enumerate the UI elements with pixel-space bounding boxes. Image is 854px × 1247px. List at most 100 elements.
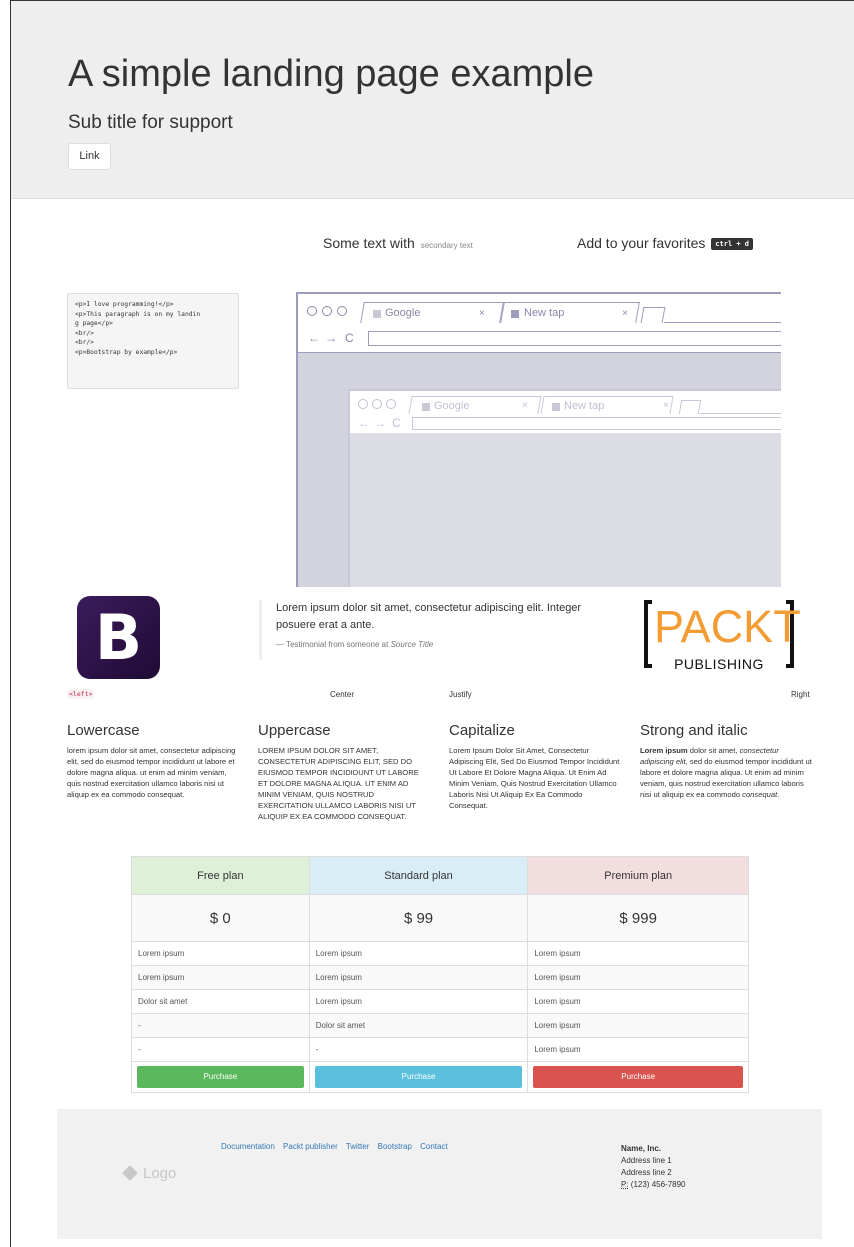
table-cell: - [308, 1037, 529, 1062]
testimonial-source: — Testimonial from someone at Source Tit… [276, 640, 609, 649]
close-icon: × [663, 400, 669, 411]
browser-chrome: Google × New tap × ← → C [298, 294, 781, 352]
table-row: Lorem ipsum Lorem ipsum Lorem ipsum [131, 941, 749, 966]
code-line: <br/> [75, 329, 94, 337]
column-text: Lorem ipsum dolor sit amet, consectetur … [67, 746, 236, 799]
packt-logo: PACKT PUBLISHING [644, 598, 801, 673]
footer-link-twitter[interactable]: Twitter [346, 1142, 370, 1151]
link-button[interactable]: Link [68, 143, 111, 170]
testimonial-source-prefix: — Testimonial from someone at [276, 640, 389, 649]
plain-text: dolor sit amet, [687, 746, 740, 755]
nested-browser-chrome: Google × New tap × ← → C [350, 391, 781, 433]
page-subtitle: Sub title for support [68, 112, 233, 133]
footer-link-bootstrap[interactable]: Bootstrap [378, 1142, 412, 1151]
table-cell: - [131, 1013, 310, 1038]
packt-word: PACKT [654, 601, 801, 652]
table-cell: Dolor sit amet [131, 989, 310, 1014]
footer-address: Name, Inc. Address line 1 Address line 2… [621, 1143, 686, 1191]
window-dot-icon [386, 399, 396, 409]
table-cell: Lorem ipsum [308, 989, 529, 1014]
browser-tab-label: Google [385, 307, 421, 319]
address-bar [368, 331, 781, 346]
window-dot-icon [322, 306, 332, 316]
window-dot-icon [372, 399, 382, 409]
intro-main-text: Some text with [323, 235, 415, 251]
table-row: - Dolor sit amet Lorem ipsum [131, 1013, 749, 1038]
table-cell: Lorem ipsum [527, 965, 749, 990]
purchase-free-button[interactable]: Purchase [137, 1066, 304, 1088]
code-line: <p>Bootstrap by example</p> [75, 348, 178, 356]
code-block: <p>I love programming!</p> <p>This parag… [67, 293, 239, 389]
column-title: Strong and italic [640, 722, 748, 739]
align-justify-text: Justify [449, 690, 472, 699]
bootstrap-logo: B [77, 596, 160, 679]
column-text: Lorem ipsum dolor sit amet, consectetur … [640, 745, 812, 800]
page-favicon-icon [373, 310, 381, 318]
purchase-premium-button[interactable]: Purchase [533, 1066, 743, 1088]
plan-header-standard: Standard plan [308, 856, 529, 895]
window-dot-icon [307, 306, 317, 316]
address-bar [412, 417, 781, 430]
plain-text: . [777, 790, 780, 799]
window-dot-icon [358, 399, 368, 409]
align-center-text: Center [330, 690, 355, 699]
cube-icon [122, 1165, 138, 1181]
bracket-left-shape [644, 600, 652, 668]
footer-logo: Logo [122, 1165, 176, 1182]
purchase-standard-button[interactable]: Purchase [314, 1066, 523, 1088]
keyboard-shortcut: ctrl + d [711, 238, 754, 251]
plan-header-premium: Premium plan [527, 856, 749, 895]
company-name: Name, Inc. [621, 1144, 662, 1153]
phone-label: P: [621, 1180, 629, 1189]
table-cell: Lorem ipsum [308, 965, 529, 990]
code-line: g page</p> [75, 320, 113, 327]
table-cell: Lorem ipsum [308, 941, 529, 966]
browser-tab-label: New tap [564, 400, 605, 412]
address-line-2: Address line 2 [621, 1168, 672, 1177]
code-line: <br/> [75, 339, 94, 346]
column-text: Lorem ipsum dolor sit amet, consectetur … [449, 746, 620, 810]
table-cell: Lorem ipsum [527, 989, 749, 1014]
footer-link-contact[interactable]: Contact [420, 1142, 448, 1151]
table-cell: Lorem ipsum [527, 1013, 749, 1038]
column-capitalize: Capitalize Lorem ipsum dolor sit amet, c… [449, 722, 621, 811]
footer-link-documentation[interactable]: Documentation [221, 1142, 275, 1151]
table-cell: Lorem ipsum [131, 941, 310, 966]
address-line-1: Address line 1 [621, 1156, 672, 1165]
column-uppercase: Uppercase Lorem ipsum dolor sit amet, co… [258, 722, 430, 822]
footer: Logo Documentation Packt publisher Twitt… [57, 1109, 822, 1239]
intro-secondary-text: secondary text [420, 241, 473, 250]
align-right-text: Right [791, 690, 810, 699]
page-favicon-icon [552, 403, 560, 411]
table-row: Dolor sit amet Lorem ipsum Lorem ipsum [131, 989, 749, 1014]
forward-arrow-icon: → [325, 331, 337, 345]
page-favicon-icon [511, 310, 519, 318]
footer-links: Documentation Packt publisher Twitter Bo… [221, 1142, 454, 1151]
price-row: $ 0 $ 99 $ 999 [131, 894, 749, 942]
browser-illustration: Google × New tap × ← → C Google × New ta… [296, 292, 781, 587]
footer-link-packt[interactable]: Packt publisher [283, 1142, 338, 1151]
browser-tab-new [500, 302, 640, 323]
close-icon: × [479, 308, 485, 319]
purchase-cell: Purchase [308, 1061, 529, 1093]
reload-icon: C [392, 416, 401, 430]
page-title: A simple landing page example [68, 53, 595, 95]
plan-header-free: Free plan [131, 856, 310, 895]
purchase-row: Purchase Purchase Purchase [131, 1061, 749, 1093]
back-arrow-icon: ← [358, 416, 370, 430]
pricing-table: Free plan Standard plan Premium plan $ 0… [131, 856, 749, 1093]
table-cell: Lorem ipsum [527, 941, 749, 966]
browser-tab-new [540, 396, 674, 414]
nested-browser-illustration: Google × New tap × ← → C [348, 389, 781, 587]
code-line: <p>I love programming!</p> [75, 301, 174, 308]
new-tab-icon [678, 400, 702, 414]
price-standard: $ 99 [308, 894, 529, 942]
table-cell: Dolor sit amet [308, 1013, 529, 1038]
browser-tab-label: Google [434, 400, 470, 412]
price-premium: $ 999 [527, 894, 749, 942]
back-arrow-icon: ← [308, 331, 320, 345]
column-title: Uppercase [258, 722, 331, 739]
favorites-text: Add to your favorites ctrl + d [577, 235, 754, 251]
jumbotron: A simple landing page example Sub title … [11, 1, 854, 199]
column-title: Capitalize [449, 722, 515, 739]
